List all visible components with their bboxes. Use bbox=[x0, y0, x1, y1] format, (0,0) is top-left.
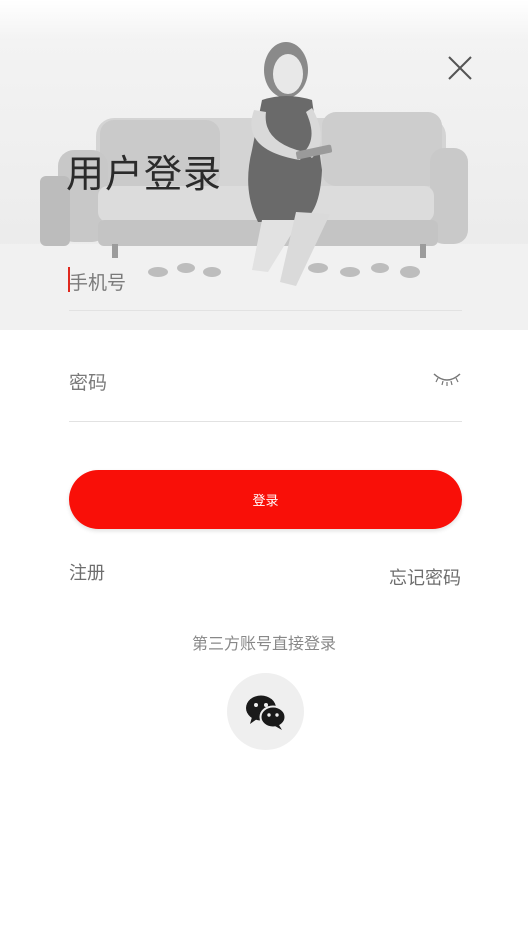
wechat-icon bbox=[246, 695, 287, 730]
page-title: 用户登录 bbox=[66, 152, 223, 196]
phone-field bbox=[68, 256, 462, 311]
third-party-login-label: 第三方账号直接登录 bbox=[191, 634, 336, 653]
register-link[interactable]: 注册 bbox=[69, 559, 105, 585]
eye-closed-icon[interactable] bbox=[432, 368, 462, 390]
phone-input[interactable] bbox=[69, 260, 409, 306]
close-icon bbox=[448, 56, 472, 80]
login-button[interactable]: 登录 bbox=[69, 470, 462, 529]
password-input[interactable] bbox=[69, 360, 409, 406]
forgot-password-link[interactable]: 忘记密码 bbox=[389, 564, 461, 590]
wechat-login-button[interactable] bbox=[227, 673, 304, 750]
password-field bbox=[69, 360, 462, 422]
close-button[interactable] bbox=[444, 52, 476, 84]
